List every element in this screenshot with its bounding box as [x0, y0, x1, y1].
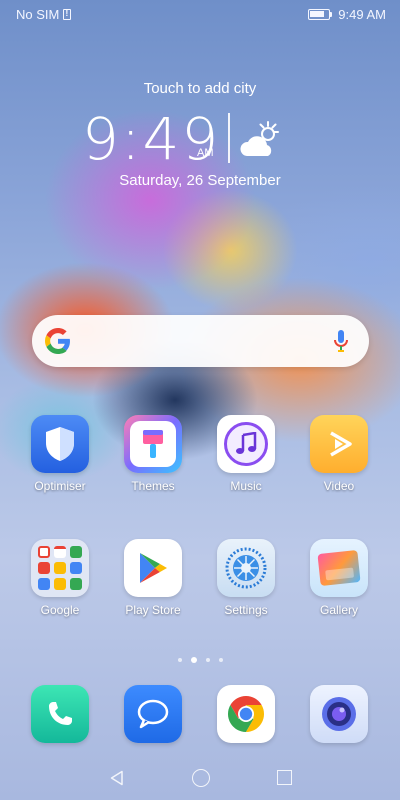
- status-bar: No SIM 9:49 AM: [0, 0, 400, 28]
- status-right: 9:49 AM: [308, 7, 386, 22]
- add-city-prompt[interactable]: Touch to add city: [0, 80, 400, 97]
- gear-icon: [217, 539, 275, 597]
- battery-icon: [308, 8, 333, 20]
- status-left: No SIM: [16, 6, 72, 22]
- page-dot: [205, 658, 210, 662]
- clock-widget[interactable]: 9:49 AM: [80, 105, 320, 173]
- dock-chrome[interactable]: [201, 685, 291, 743]
- microphone-icon[interactable]: [333, 329, 349, 353]
- shield-icon: [31, 415, 89, 473]
- carrier-label: No SIM: [16, 6, 60, 22]
- home-icon[interactable]: [191, 768, 210, 787]
- app-label: Google: [40, 603, 80, 617]
- app-folder-google[interactable]: Google: [15, 539, 105, 617]
- app-label: Optimiser: [34, 479, 86, 493]
- folder-icon: [31, 539, 89, 597]
- sim-alert-icon: [63, 8, 72, 20]
- messages-icon: [124, 685, 182, 743]
- app-optimiser[interactable]: Optimiser: [15, 415, 105, 493]
- status-time: 9:49 AM: [338, 6, 386, 22]
- paintbrush-icon: [124, 415, 182, 473]
- clock-divider: [228, 113, 230, 163]
- back-icon[interactable]: [109, 770, 125, 786]
- app-label: Settings: [224, 603, 268, 617]
- dock-messages[interactable]: [108, 685, 198, 743]
- play-icon: [310, 415, 368, 473]
- page-dot: [177, 658, 182, 662]
- app-label: Themes: [131, 479, 175, 493]
- clock-ampm: AM: [197, 147, 214, 159]
- page-dot: [218, 658, 223, 662]
- app-settings[interactable]: Settings: [201, 539, 291, 617]
- chrome-icon: [217, 685, 275, 743]
- camera-icon: [310, 685, 368, 743]
- app-gallery[interactable]: Gallery: [294, 539, 384, 617]
- app-label: Video: [323, 479, 355, 493]
- date-label: Saturday, 26 September: [119, 172, 281, 189]
- page-dot-active: [190, 657, 197, 663]
- play-store-icon: [124, 539, 182, 597]
- app-video[interactable]: Video: [294, 415, 384, 493]
- google-search-bar[interactable]: [32, 315, 369, 367]
- app-label: Gallery: [319, 603, 358, 617]
- phone-icon: [31, 685, 89, 743]
- app-themes[interactable]: Themes: [108, 415, 198, 493]
- recent-apps-icon[interactable]: [276, 770, 292, 785]
- music-note-icon: [217, 415, 275, 473]
- dock-camera[interactable]: [294, 685, 384, 743]
- app-play-store[interactable]: Play Store: [108, 539, 198, 617]
- partly-cloudy-icon[interactable]: [238, 120, 282, 160]
- google-g-icon: [45, 328, 70, 354]
- clock-time: 9:49: [82, 105, 221, 173]
- page-indicator: [0, 657, 400, 663]
- app-label: Play Store: [125, 603, 181, 617]
- dock-phone[interactable]: [15, 685, 105, 743]
- navigation-bar: [0, 755, 400, 800]
- gallery-icon: [310, 539, 368, 597]
- app-label: Music: [230, 479, 262, 493]
- app-music[interactable]: Music: [201, 415, 291, 493]
